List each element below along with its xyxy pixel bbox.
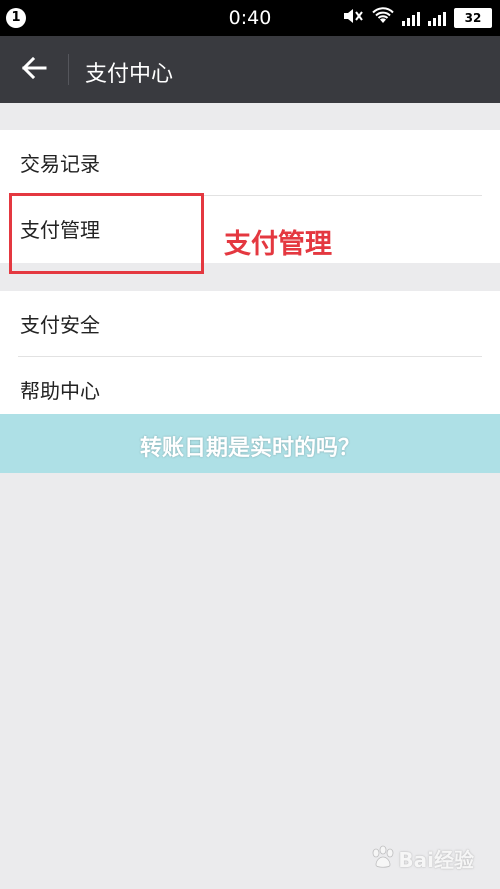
watermark-text: Bai经验 [398,848,474,872]
status-bar: 1 0:40 32 [0,0,500,36]
menu-item-label: 交易记录 [20,152,100,176]
signal-icon [402,10,420,26]
wifi-icon [372,6,394,30]
arrow-left-icon [21,56,47,83]
menu-item-payment-security[interactable]: 支付安全 [0,291,500,357]
action-bar: 支付中心 [0,36,500,103]
menu-item-transaction-records[interactable]: 交易记录 [0,130,500,196]
signal-2-icon [428,10,446,26]
baidu-jingyan-watermark: Bai经验 [370,844,474,873]
menu-group-2: 支付安全 帮助中心 [0,291,500,416]
paw-icon [370,845,396,873]
battery-icon: 32 [454,8,492,28]
back-button[interactable] [0,36,68,103]
caption-banner: 转账日期是实时的吗？ [0,414,500,473]
menu-item-label: 帮助中心 [20,379,100,403]
caption-text: 转账日期是实时的吗？ [139,436,360,461]
menu-item-label: 支付安全 [20,313,100,337]
mute-icon [342,7,364,30]
action-bar-divider [68,54,69,85]
status-icons: 32 [342,6,492,30]
annotation-highlight-box [9,193,204,274]
annotation-label: 支付管理 [224,229,332,260]
page-title: 支付中心 [85,62,174,87]
